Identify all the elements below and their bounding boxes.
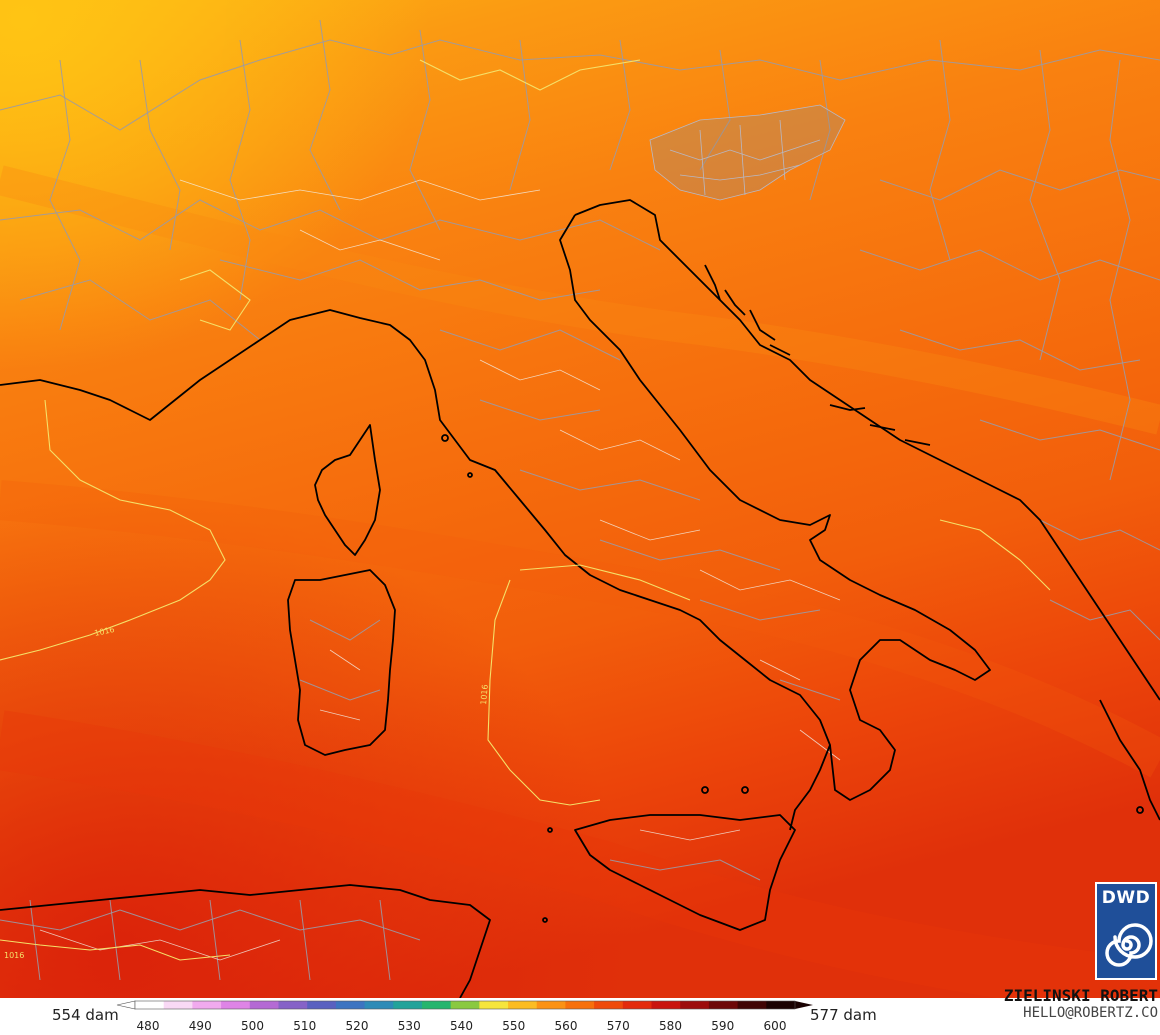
dwd-logo: DWD bbox=[1095, 882, 1157, 980]
author-email: HELLO@ROBERTZ.CO bbox=[1023, 1005, 1158, 1021]
weather-map: 1016 1016 1016 DWD bbox=[0, 0, 1160, 998]
colorbar-tick-label: 600 bbox=[763, 1019, 787, 1033]
dwd-logo-text: DWD bbox=[1101, 888, 1151, 908]
spiral-icon bbox=[1105, 923, 1153, 967]
colorbar-segment bbox=[192, 1001, 222, 1009]
colorbar-segment bbox=[135, 1001, 165, 1009]
colorbar-segment bbox=[221, 1001, 251, 1009]
colorbar-tick-label: 540 bbox=[450, 1019, 473, 1033]
legend-min-label: 554 dam bbox=[52, 1006, 119, 1024]
colorbar-tick-label: 500 bbox=[241, 1019, 264, 1033]
legend-max-label: 577 dam bbox=[810, 1006, 877, 1024]
colorbar-segment bbox=[278, 1001, 308, 1009]
colorbar-segment bbox=[680, 1001, 710, 1009]
colorbar-segment bbox=[479, 1001, 509, 1009]
colorbar-segment bbox=[594, 1001, 624, 1009]
isobar-label: 1016 bbox=[479, 684, 490, 705]
colorbar-segment bbox=[450, 1001, 480, 1009]
colorbar-segment bbox=[622, 1001, 653, 1009]
credits: ZIELINSKI ROBERT HELLO@ROBERTZ.CO bbox=[958, 986, 1158, 1035]
colorbar-segment bbox=[421, 1001, 452, 1009]
colorbar-segment bbox=[393, 1001, 423, 1009]
colorbar-tick-label: 490 bbox=[188, 1019, 212, 1033]
legend: 554 dam 577 dam 480 490 500 510 520 530 540 550… bbox=[0, 986, 1160, 1035]
colorbar-tick-label: 580 bbox=[659, 1019, 682, 1033]
colorbar-segment bbox=[307, 1001, 337, 1009]
colorbar-segment bbox=[163, 1001, 193, 1009]
colorbar-segment bbox=[708, 1001, 739, 1009]
colorbar-segment bbox=[651, 1001, 681, 1009]
colorbar-tick-label: 590 bbox=[711, 1019, 735, 1033]
colorbar-segment bbox=[335, 1001, 366, 1009]
map-canvas: 1016 1016 1016 bbox=[0, 0, 1160, 998]
colorbar-segment bbox=[508, 1001, 538, 1009]
colorbar-tick-label: 530 bbox=[397, 1019, 421, 1033]
colorbar-segment bbox=[565, 1001, 595, 1009]
colorbar-tick-label: 550 bbox=[502, 1019, 526, 1033]
colorbar-tick-label: 480 bbox=[136, 1019, 160, 1033]
colorbar-segment bbox=[766, 1001, 796, 1009]
colorbar-min-arrow bbox=[116, 1000, 136, 1010]
colorbar-tick-label: 560 bbox=[554, 1019, 578, 1033]
colorbar-tick-label: 520 bbox=[345, 1019, 369, 1033]
colorbar-segment bbox=[536, 1001, 566, 1009]
colorbar-segment bbox=[249, 1001, 279, 1009]
colorbar-tick-label: 570 bbox=[606, 1019, 630, 1033]
author-name: ZIELINSKI ROBERT bbox=[1003, 986, 1158, 1005]
colorbar-segment bbox=[364, 1001, 394, 1009]
colorbar-tick-label: 510 bbox=[293, 1019, 317, 1033]
isobar-label: 1016 bbox=[4, 951, 24, 960]
colorbar-segment bbox=[737, 1001, 767, 1009]
